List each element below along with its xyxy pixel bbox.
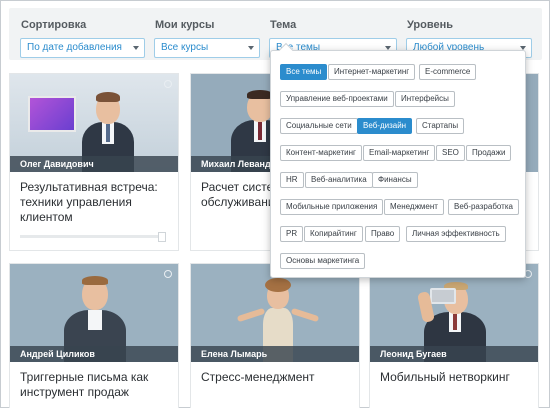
topic-option[interactable]: Мобильные приложения [280, 199, 384, 215]
topic-option[interactable]: Контент-маркетинг [280, 145, 362, 161]
topic-option[interactable]: Стартапы [416, 118, 465, 134]
topic-option[interactable]: HR [280, 172, 304, 188]
topic-option[interactable]: Право [365, 226, 401, 242]
my-courses-value: Все курсы [161, 42, 209, 53]
topic-option[interactable]: Социальные сети [280, 118, 358, 134]
progress-bar [20, 235, 158, 238]
author-name: Михаил Левандо [201, 159, 277, 169]
topic-option[interactable]: Основы маркетинга [280, 253, 366, 269]
topic-label: Тема [270, 19, 297, 31]
topic-option[interactable]: E-commerce [419, 64, 477, 80]
sort-filter: Сортировка По дате добавления [20, 18, 145, 58]
topic-option[interactable]: Управление веб-проектами [280, 91, 394, 107]
status-icon [164, 80, 172, 88]
sort-label: Сортировка [21, 19, 87, 31]
topic-option[interactable]: Интерфейсы [395, 91, 455, 107]
course-card[interactable]: Андрей Циликов Триггерные письма как инс… [9, 263, 179, 408]
level-label: Уровень [407, 19, 454, 31]
sort-select[interactable]: По дате добавления [20, 38, 145, 58]
topic-option[interactable]: Финансы [372, 172, 418, 188]
topic-option[interactable]: Веб-разработка [448, 199, 519, 215]
course-thumbnail: Елена Лымарь [191, 264, 359, 362]
course-title[interactable]: Триггерные письма как инструмент продаж [10, 362, 178, 400]
chevron-down-icon [133, 46, 139, 50]
course-card[interactable]: Елена Лымарь Стресс-менеджмент [190, 263, 360, 408]
author-name: Елена Лымарь [201, 349, 268, 359]
topic-option[interactable]: Веб-дизайн [357, 118, 413, 134]
topic-option[interactable]: PR [280, 226, 304, 242]
topic-option[interactable]: Менеджмент [384, 199, 444, 215]
topic-option[interactable]: SEO [436, 145, 465, 161]
author-name: Андрей Циликов [20, 349, 95, 359]
author-name: Олег Давидович [20, 159, 94, 169]
topic-option[interactable]: Веб-аналитика [305, 172, 373, 188]
course-card[interactable]: Олег Давидович Результативная встреча: т… [9, 73, 179, 251]
topic-dropdown: Все темы Интернет-маркетинг E-commerce У… [270, 42, 526, 278]
author-name: Леонид Бугаев [380, 349, 447, 359]
topic-option[interactable]: Копирайтинг [304, 226, 363, 242]
topic-option[interactable]: Все темы [280, 64, 328, 80]
sort-value: По дате добавления [27, 42, 122, 53]
my-courses-select[interactable]: Все курсы [154, 38, 260, 58]
topic-option[interactable]: Email-маркетинг [363, 145, 436, 161]
my-courses-filter: Мои курсы Все курсы [154, 18, 260, 58]
my-courses-label: Мои курсы [155, 19, 215, 31]
course-title[interactable]: Мобильный нетворкинг [370, 362, 538, 385]
course-title[interactable]: Стресс-менеджмент [191, 362, 359, 385]
bookmark-icon[interactable] [158, 232, 166, 242]
course-thumbnail: Олег Давидович [10, 74, 178, 172]
topic-option[interactable]: Продажи [466, 145, 512, 161]
course-title[interactable]: Результативная встреча: техники управлен… [10, 172, 178, 225]
course-thumbnail: Андрей Циликов [10, 264, 178, 362]
topic-option[interactable]: Интернет-маркетинг [328, 64, 416, 80]
course-thumbnail: Леонид Бугаев [370, 264, 538, 362]
topic-option[interactable]: Личная эффективность [406, 226, 506, 242]
status-icon [164, 270, 172, 278]
presentation-screen [28, 96, 76, 132]
course-card[interactable]: Леонид Бугаев Мобильный нетворкинг [369, 263, 539, 408]
chevron-down-icon [248, 46, 254, 50]
